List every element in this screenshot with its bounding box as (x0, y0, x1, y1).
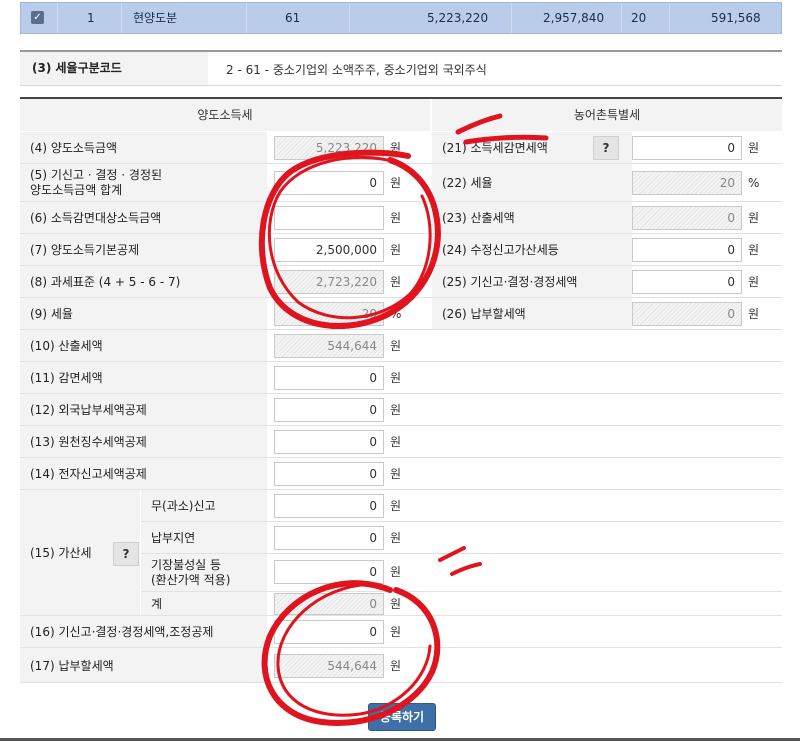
input-14-e-filing-credit[interactable]: 0 (274, 462, 384, 486)
label-12: (12) 외국납부세액공제 (20, 394, 267, 425)
label-14: (14) 전자신고세액공제 (20, 458, 267, 489)
row-rate: 20 (631, 11, 647, 25)
label-penalty-underreport: 무(과소)신고 (141, 490, 267, 521)
label-24: (24) 수정신고가산세등 (432, 234, 632, 265)
label-5: (5) 기신고 · 결정 · 경정된 양도소득금액 합계 (20, 164, 267, 201)
input-17-payable-tax: 544,644 (274, 654, 384, 678)
label-4: (4) 양도소득금액 (20, 132, 267, 163)
checkbox-checked-icon[interactable]: ✓ (31, 11, 44, 24)
input-23-calculated: 0 (632, 206, 742, 230)
input-25-prior-tax[interactable]: 0 (632, 270, 742, 294)
input-8-tax-base: 2,723,220 (274, 270, 384, 294)
label-17: (17) 납부할세액 (20, 648, 267, 682)
header-rural-special-tax: 농어촌특별세 (432, 99, 782, 131)
input-26-payable: 0 (632, 302, 742, 326)
row-code: 61 (285, 11, 301, 25)
row-type: 현양도분 (133, 11, 178, 25)
input-12-foreign-tax-credit[interactable]: 0 (274, 398, 384, 422)
reduction-help-button[interactable]: ? (593, 136, 619, 160)
label-23: (23) 산출세액 (432, 202, 632, 233)
tax-calculation-table: 양도소득세 농어촌특별세 (4) 양도소득금액 (5) 기신고 · 결정 · 경… (20, 97, 782, 683)
label-16: (16) 기신고·결정·경정세액,조정공제 (20, 616, 267, 647)
label-13: (13) 원천징수세액공제 (20, 426, 267, 457)
label-penalty-bookkeeping: 기장불성실 등 (환산가액 적용) (141, 554, 267, 591)
input-21-reduction[interactable]: 0 (632, 136, 742, 160)
label-10: (10) 산출세액 (20, 330, 267, 361)
header-capital-gains-tax: 양도소득세 (20, 99, 430, 131)
input-9-tax-rate: 20 (274, 302, 384, 326)
tax-rate-code-row: (3) 세율구분코드 2 - 61 - 중소기업외 소액주주, 중소기업외 국외… (20, 50, 782, 86)
row-no: 1 (87, 11, 95, 25)
row-amount-3: 591,568 (711, 11, 761, 25)
input-11-tax-reduction[interactable]: 0 (274, 366, 384, 390)
row-amount-1: 5,223,220 (427, 11, 489, 25)
label-7: (7) 양도소득기본공제 (20, 234, 267, 265)
tax-rate-code-value: 2 - 61 - 중소기업외 소액주주, 중소기업외 국외주식 (226, 63, 487, 77)
input-7-basic-deduction[interactable]: 2,500,000 (274, 238, 384, 262)
input-10-calculated-tax: 544,644 (274, 334, 384, 358)
row-amount-2: 2,957,840 (543, 11, 605, 25)
label-penalty-late-payment: 납부지연 (141, 522, 267, 553)
label-8: (8) 과세표준 (4 + 5 - 6 - 7) (20, 266, 267, 297)
label-26: (26) 납부할세액 (432, 298, 632, 329)
penalty-help-button[interactable]: ? (113, 542, 139, 566)
input-4-capital-gains: 5,223,220 (274, 136, 384, 160)
input-penalty-bookkeeping[interactable]: 0 (274, 560, 384, 584)
label-11: (11) 감면세액 (20, 362, 267, 393)
input-13-withholding-credit[interactable]: 0 (274, 430, 384, 454)
label-25: (25) 기신고·결정·경정세액 (432, 266, 632, 297)
selected-result-row[interactable]: ✓ 1 현양도분 61 5,223,220 2,957,840 20 591,5… (20, 2, 782, 34)
input-24-amended-penalty[interactable]: 0 (632, 238, 742, 262)
input-penalty-underreport[interactable]: 0 (274, 494, 384, 518)
label-penalty-total: 계 (141, 592, 267, 615)
input-6-reduction-income[interactable] (274, 206, 384, 230)
label-9: (9) 세율 (20, 298, 267, 329)
tax-rate-code-label: (3) 세율구분코드 (20, 52, 208, 85)
input-16-prior-tax[interactable]: 0 (274, 620, 384, 644)
register-button[interactable]: 등록하기 (368, 703, 436, 731)
input-penalty-late-payment[interactable]: 0 (274, 526, 384, 550)
input-22-rate: 20 (632, 171, 742, 195)
input-5-prior-gains[interactable]: 0 (274, 171, 384, 195)
input-penalty-total: 0 (274, 593, 384, 615)
label-6: (6) 소득감면대상소득금액 (20, 202, 267, 233)
label-22: (22) 세율 (432, 164, 632, 201)
